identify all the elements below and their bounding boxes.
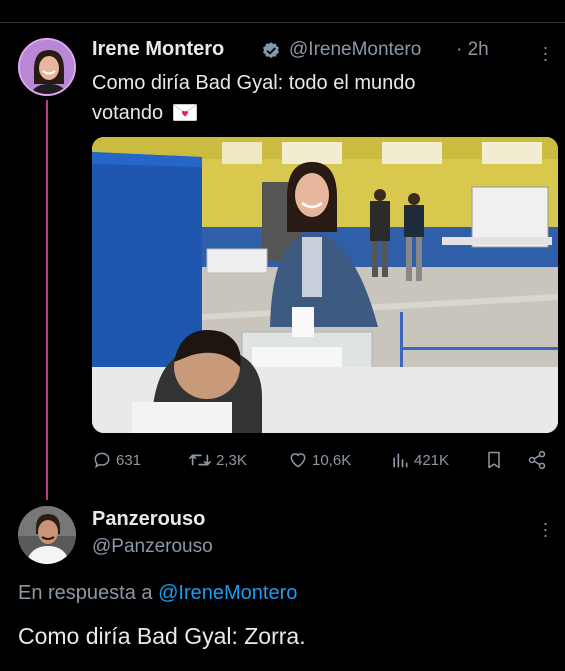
reply-text: Como diría Bad Gyal: Zorra.: [18, 623, 306, 649]
reply-author-avatar[interactable]: [18, 506, 76, 564]
retweet-count: 2,3K: [216, 451, 247, 469]
views-chart-icon: [393, 453, 408, 468]
reply-author-name[interactable]: Panzerouso: [92, 508, 205, 531]
tweet-photo[interactable]: [92, 137, 558, 433]
reply-more-options-icon[interactable]: · · ·: [542, 514, 549, 544]
reply-count: 631: [116, 451, 142, 469]
top-divider: [0, 22, 565, 23]
tweet-action-bar: 631 2,3K 10,6K 421K: [92, 450, 558, 474]
avatar-portrait-icon: [18, 506, 76, 564]
heart-icon: [290, 453, 306, 468]
retweet-icon: [189, 454, 211, 466]
share-icon: [528, 450, 546, 470]
tweet-text-line2: votando: [92, 102, 164, 124]
reply-to-prefix: En respuesta a: [18, 582, 153, 604]
views-action[interactable]: 421K: [390, 450, 449, 470]
more-options-icon[interactable]: · · ·: [542, 38, 549, 68]
bookmark-action[interactable]: [484, 450, 504, 470]
author-handle[interactable]: @IreneMontero: [289, 39, 421, 61]
polling-station-photo-icon: [92, 137, 558, 433]
love-letter-icon: [172, 104, 197, 121]
thread-connector-line: [46, 100, 48, 500]
reply-context: En respuesta a @IreneMontero: [18, 582, 297, 605]
bookmark-icon: [488, 451, 500, 469]
reply-action[interactable]: 631: [92, 450, 141, 470]
views-count: 421K: [414, 451, 450, 469]
author-avatar[interactable]: [18, 38, 76, 96]
reply-to-mention-link[interactable]: @IreneMontero: [158, 582, 297, 604]
verified-badge-icon: [263, 42, 279, 59]
tweet-text-line1: Como diría Bad Gyal: todo el mundo: [92, 72, 416, 94]
retweet-action[interactable]: 2,3K: [188, 450, 247, 470]
reply-icon: [94, 452, 110, 469]
like-count: 10,6K: [312, 451, 352, 469]
share-action[interactable]: [526, 450, 548, 470]
like-action[interactable]: 10,6K: [288, 450, 351, 470]
avatar-portrait-icon: [20, 40, 74, 94]
tweet-text: Como diría Bad Gyal: todo el mundo votan…: [92, 68, 542, 128]
tweet-time[interactable]: · 2h: [456, 39, 489, 61]
author-name[interactable]: Irene Montero: [92, 38, 224, 61]
reply-author-handle[interactable]: @Panzerouso: [92, 536, 213, 558]
